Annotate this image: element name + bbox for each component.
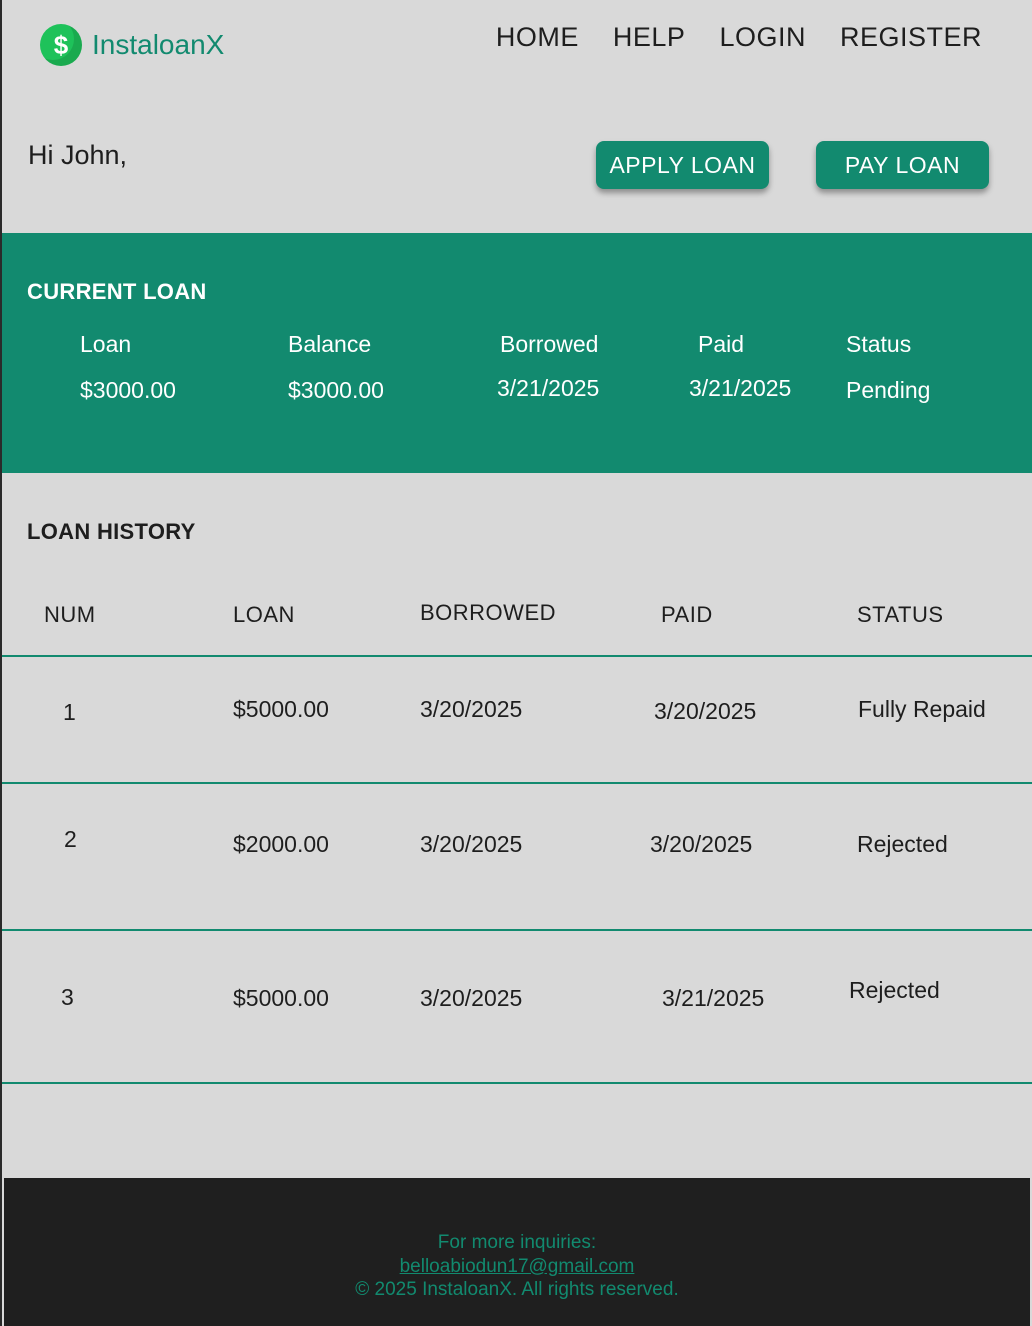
- table-divider: [2, 929, 1032, 931]
- current-loan-title: CURRENT LOAN: [27, 279, 207, 304]
- column-header-status: STATUS: [857, 602, 944, 627]
- paid-value: 3/21/2025: [689, 375, 792, 401]
- nav-home-link[interactable]: HOME: [496, 22, 579, 53]
- top-navbar: $ InstaloanX HOME HELP LOGIN REGISTER: [2, 0, 1032, 90]
- borrowed-value: 3/21/2025: [497, 375, 600, 401]
- row-num: 1: [63, 699, 76, 725]
- row-paid: 3/20/2025: [654, 698, 757, 724]
- row-loan: $5000.00: [233, 985, 329, 1011]
- row-borrowed: 3/20/2025: [420, 831, 523, 857]
- row-paid: 3/21/2025: [662, 985, 765, 1011]
- column-header-paid: PAID: [661, 602, 713, 627]
- apply-loan-button[interactable]: APPLY LOAN: [596, 141, 769, 189]
- footer-email-link[interactable]: belloabiodun17@gmail.com: [400, 1256, 635, 1277]
- status-label: Status: [846, 331, 912, 357]
- balance-value: $3000.00: [288, 377, 384, 403]
- row-borrowed: 3/20/2025: [420, 696, 523, 722]
- dollar-icon: $: [40, 24, 82, 66]
- nav-login-link[interactable]: LOGIN: [719, 22, 806, 53]
- paid-label: Paid: [698, 331, 745, 357]
- table-divider: [2, 655, 1032, 657]
- greeting-text: Hi John,: [28, 140, 128, 170]
- brand-logo[interactable]: $ InstaloanX: [40, 24, 224, 66]
- footer: For more inquiries: belloabiodun17@gmail…: [4, 1178, 1030, 1326]
- row-status: Fully Repaid: [858, 696, 986, 722]
- table-divider: [2, 1082, 1032, 1084]
- footer-inquiries-text: For more inquiries:: [437, 1232, 597, 1253]
- column-header-num: NUM: [44, 602, 96, 627]
- nav-register-link[interactable]: REGISTER: [840, 22, 982, 53]
- row-status: Rejected: [849, 977, 940, 1003]
- loan-history-title: LOAN HISTORY: [27, 519, 196, 544]
- column-header-loan: LOAN: [233, 602, 295, 627]
- row-loan: $5000.00: [233, 696, 329, 722]
- column-header-borrowed: BORROWED: [420, 600, 556, 625]
- nav-help-link[interactable]: HELP: [613, 22, 686, 53]
- dollar-symbol: $: [53, 29, 69, 60]
- row-borrowed: 3/20/2025: [420, 985, 523, 1011]
- brand-name: InstaloanX: [92, 29, 225, 60]
- row-loan: $2000.00: [233, 831, 329, 857]
- main-nav: HOME HELP LOGIN REGISTER: [496, 22, 982, 53]
- loan-value: $3000.00: [80, 377, 176, 403]
- pay-loan-button[interactable]: PAY LOAN: [816, 141, 989, 189]
- row-num: 2: [64, 826, 77, 852]
- status-value: Pending: [846, 377, 931, 403]
- balance-label: Balance: [288, 331, 372, 357]
- row-paid: 3/20/2025: [650, 831, 753, 857]
- current-loan-panel: CURRENT LOAN Loan $3000.00 Balance $3000…: [2, 233, 1032, 473]
- borrowed-label: Borrowed: [500, 331, 599, 357]
- footer-copyright: © 2025 InstaloanX. All rights reserved.: [355, 1279, 679, 1300]
- loan-label: Loan: [80, 331, 132, 357]
- row-num: 3: [61, 984, 74, 1010]
- table-divider: [2, 782, 1032, 784]
- row-status: Rejected: [857, 831, 948, 857]
